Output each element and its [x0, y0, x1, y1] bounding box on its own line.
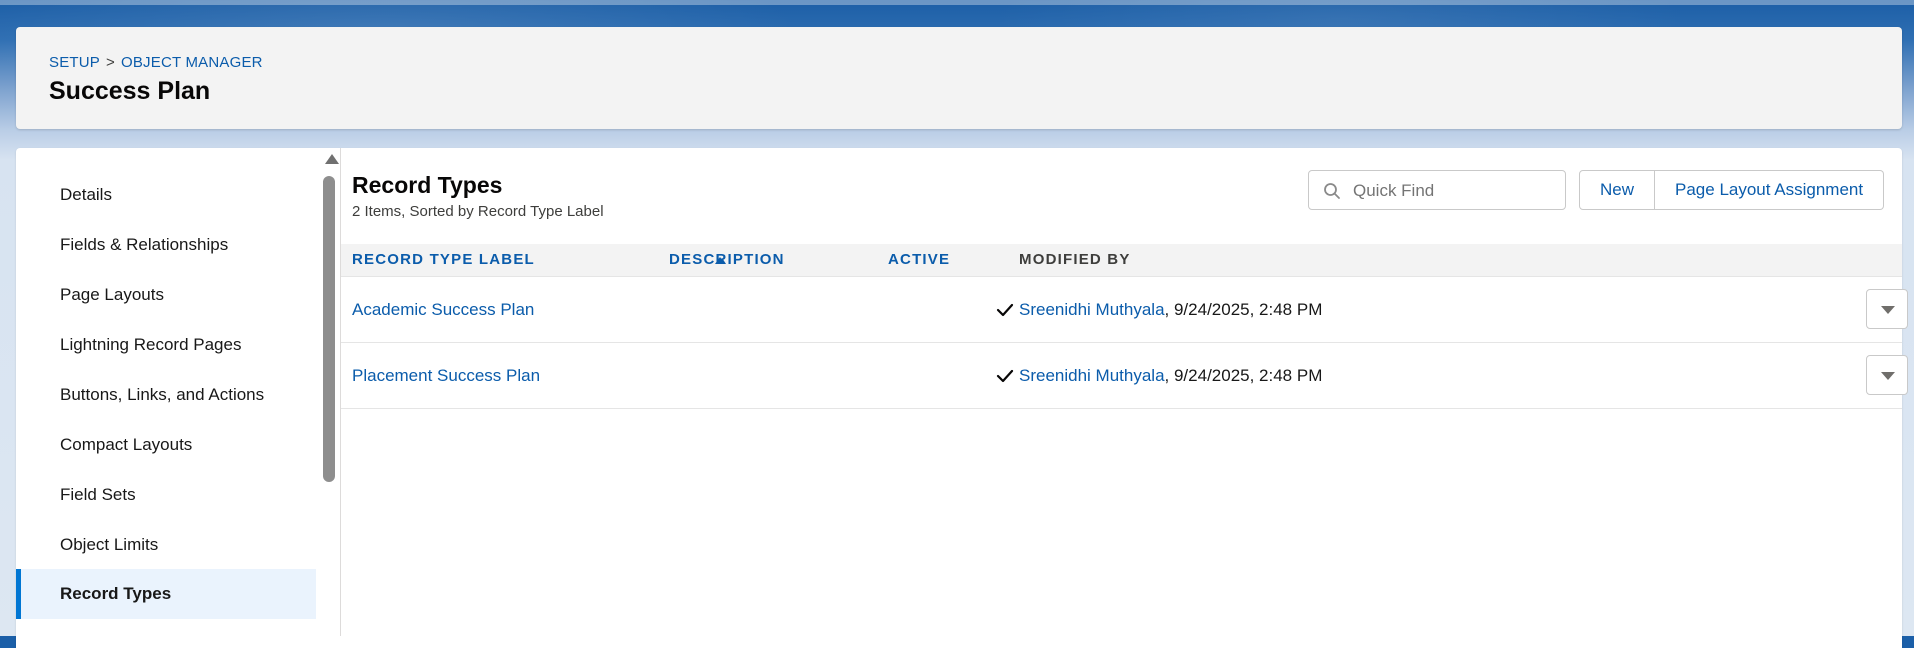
modified-by-user-link[interactable]: Sreenidhi Muthyala — [1019, 366, 1165, 385]
row-actions-dropdown-button[interactable] — [1866, 355, 1908, 395]
breadcrumb-setup-link[interactable]: SETUP — [49, 54, 100, 71]
sidebar-item-compact-layouts[interactable]: Compact Layouts — [16, 420, 316, 470]
scroll-up-arrow-icon[interactable] — [325, 154, 339, 164]
quick-find-input[interactable] — [1351, 179, 1555, 203]
record-type-label-link[interactable]: Placement Success Plan — [352, 366, 540, 385]
sidebar-item-field-sets[interactable]: Field Sets — [16, 470, 316, 520]
page-title: Success Plan — [49, 77, 211, 105]
section-title: Record Types — [352, 172, 503, 198]
table-header: RECORD TYPE LABEL DESCRIPTION ACTIVE MOD… — [341, 244, 1902, 277]
table-row: Academic Success Plan Sreenidhi Muthyala… — [341, 277, 1908, 343]
sidebar-item-page-layouts[interactable]: Page Layouts — [16, 270, 316, 320]
table-row: Placement Success Plan Sreenidhi Muthyal… — [341, 343, 1908, 409]
breadcrumb: SETUP > OBJECT MANAGER — [49, 54, 263, 71]
breadcrumb-separator: > — [106, 54, 115, 71]
sidebar-item-buttons-links-actions[interactable]: Buttons, Links, and Actions — [16, 370, 316, 420]
record-type-label-link[interactable]: Academic Success Plan — [352, 300, 534, 319]
main-panel: Details Fields & Relationships Page Layo… — [16, 148, 1908, 648]
column-header-active[interactable]: ACTIVE — [888, 244, 950, 276]
breadcrumb-object-manager-link[interactable]: OBJECT MANAGER — [121, 54, 263, 71]
chevron-down-icon — [1881, 372, 1895, 380]
column-header-modified-by: MODIFIED BY — [1019, 251, 1131, 268]
sidebar-scrollbar[interactable] — [322, 148, 339, 636]
page-layout-assignment-button[interactable]: Page Layout Assignment — [1655, 170, 1885, 210]
row-actions-dropdown-button[interactable] — [1866, 289, 1908, 329]
section-subtitle: 2 Items, Sorted by Record Type Label — [352, 203, 604, 220]
new-button[interactable]: New — [1579, 170, 1656, 210]
sidebar-nav: Details Fields & Relationships Page Layo… — [16, 148, 316, 636]
sidebar-item-lightning-record-pages[interactable]: Lightning Record Pages — [16, 320, 316, 370]
top-strip — [0, 0, 1914, 5]
active-checkmark-icon — [996, 303, 1014, 317]
sidebar-item-record-types[interactable]: Record Types — [16, 569, 316, 619]
active-checkmark-icon — [996, 369, 1014, 383]
chevron-down-icon — [1881, 306, 1895, 314]
record-types-content: Record Types 2 Items, Sorted by Record T… — [341, 148, 1908, 636]
modified-by-user-link[interactable]: Sreenidhi Muthyala — [1019, 300, 1165, 319]
sidebar-item-object-limits[interactable]: Object Limits — [16, 520, 316, 570]
column-header-description[interactable]: DESCRIPTION — [669, 244, 785, 276]
modified-by-cell: Sreenidhi Muthyala, 9/24/2025, 2:48 PM — [1019, 343, 1322, 408]
column-header-record-type-label[interactable]: RECORD TYPE LABEL — [352, 244, 535, 276]
sidebar-item-fields-relationships[interactable]: Fields & Relationships — [16, 220, 316, 270]
sidebar-item-details[interactable]: Details — [16, 170, 316, 220]
search-icon — [1324, 183, 1340, 199]
page-header: SETUP > OBJECT MANAGER Success Plan — [16, 27, 1902, 129]
modified-by-cell: Sreenidhi Muthyala, 9/24/2025, 2:48 PM — [1019, 277, 1322, 342]
action-button-group: New Page Layout Assignment — [1579, 170, 1885, 210]
quick-find-field[interactable] — [1308, 170, 1566, 210]
modified-date: , 9/24/2025, 2:48 PM — [1164, 366, 1323, 385]
modified-date: , 9/24/2025, 2:48 PM — [1164, 300, 1323, 319]
scrollbar-thumb[interactable] — [323, 176, 335, 482]
